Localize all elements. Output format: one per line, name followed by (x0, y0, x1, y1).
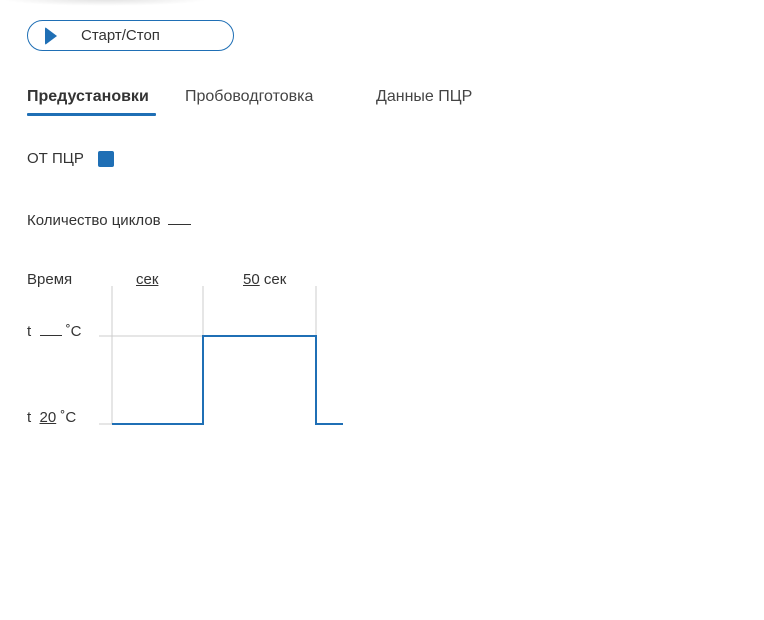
temperature-profile-line (112, 335, 343, 425)
temperature-profile-graph (99, 286, 343, 425)
